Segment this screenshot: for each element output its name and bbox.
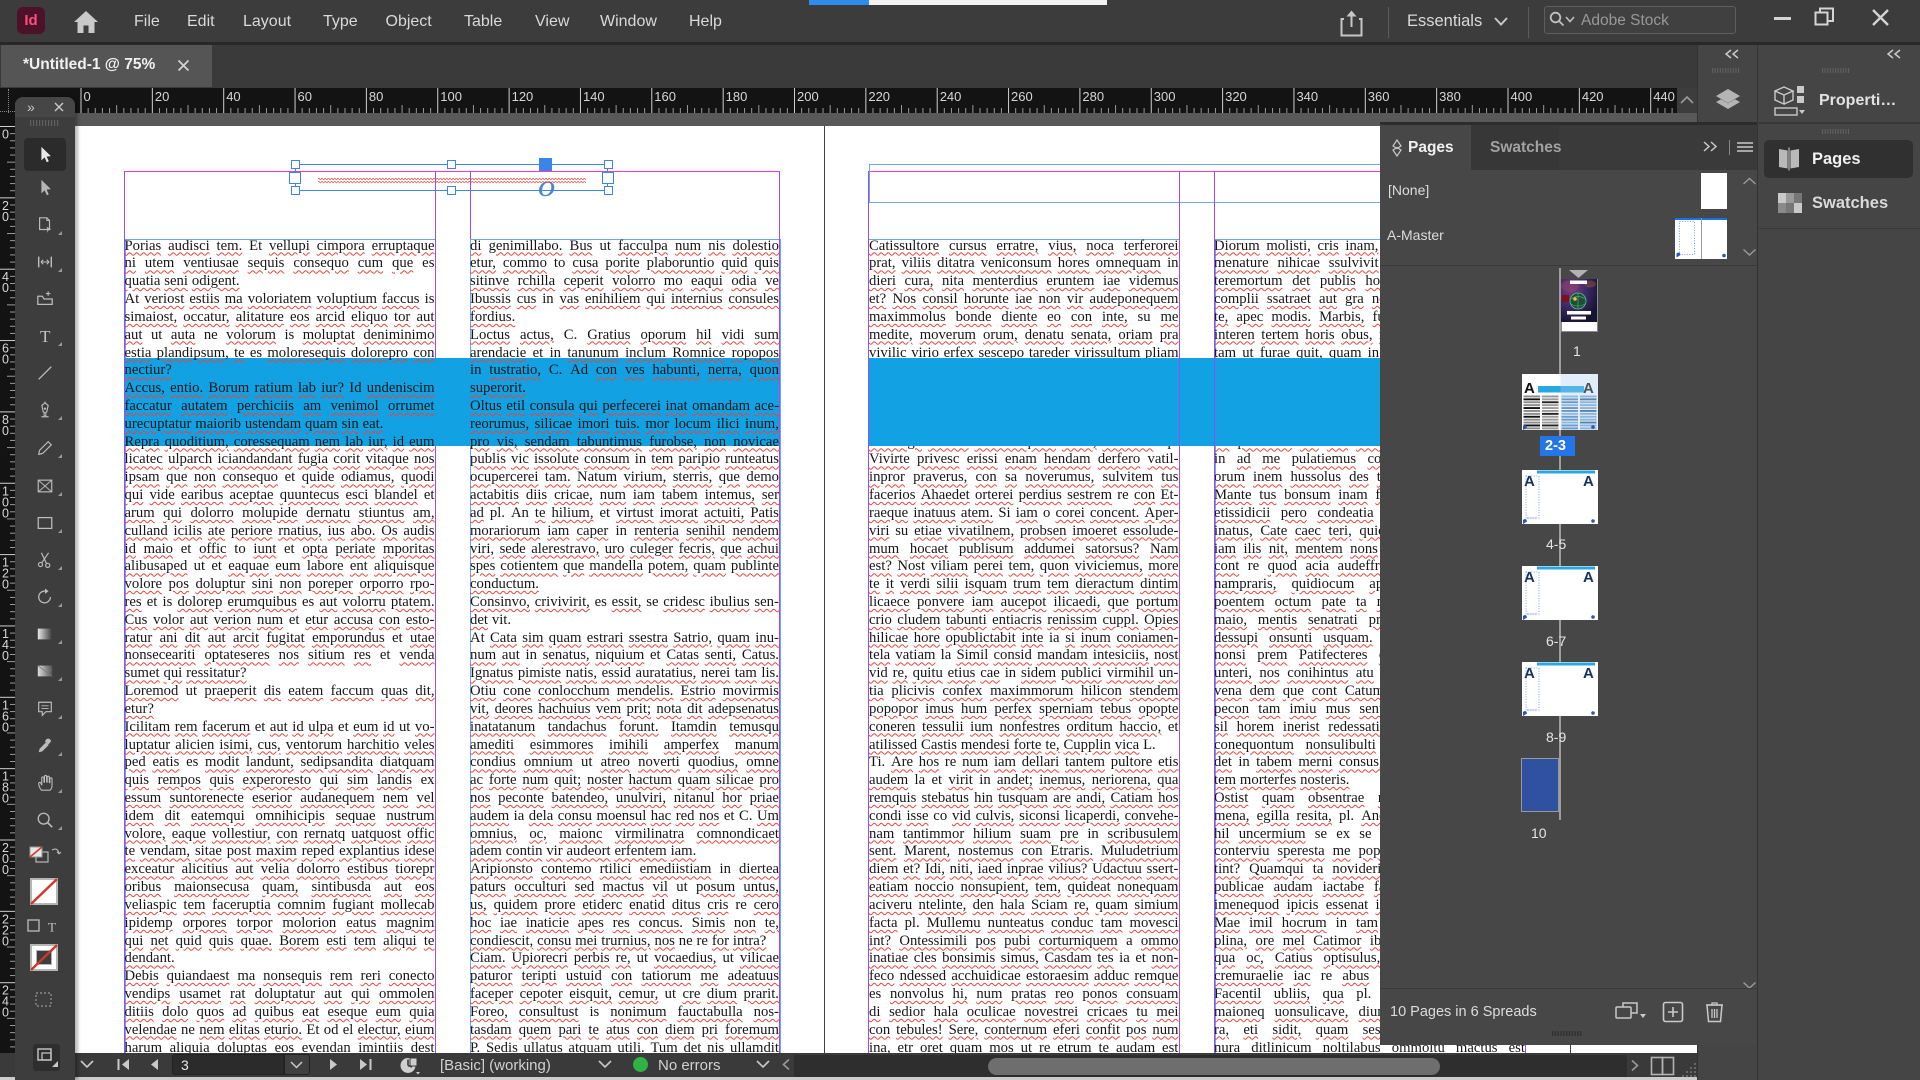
svg-text:0: 0 — [2, 1006, 9, 1020]
svg-text:440: 440 — [1653, 89, 1675, 104]
svg-text:0: 0 — [2, 424, 9, 438]
svg-text:0: 0 — [2, 649, 9, 663]
svg-text:A: A — [1583, 665, 1594, 682]
svg-text:A: A — [1524, 380, 1535, 397]
svg-text:0: 0 — [2, 578, 9, 592]
svg-text:100: 100 — [440, 89, 462, 104]
svg-text:420: 420 — [1582, 89, 1604, 104]
svg-text:0: 0 — [2, 353, 9, 367]
svg-text:A: A — [1583, 473, 1594, 490]
svg-text:0: 0 — [2, 863, 9, 877]
svg-text:0: 0 — [2, 210, 9, 224]
svg-text:0: 0 — [84, 89, 91, 104]
svg-text:200: 200 — [797, 89, 819, 104]
svg-text:0: 0 — [2, 792, 9, 806]
svg-text:0: 0 — [2, 720, 9, 734]
svg-text:0: 0 — [2, 128, 9, 142]
svg-text:0: 0 — [2, 506, 9, 520]
svg-text:0: 0 — [2, 281, 9, 295]
svg-text:A: A — [1583, 569, 1594, 586]
svg-text:0: 0 — [2, 934, 9, 948]
